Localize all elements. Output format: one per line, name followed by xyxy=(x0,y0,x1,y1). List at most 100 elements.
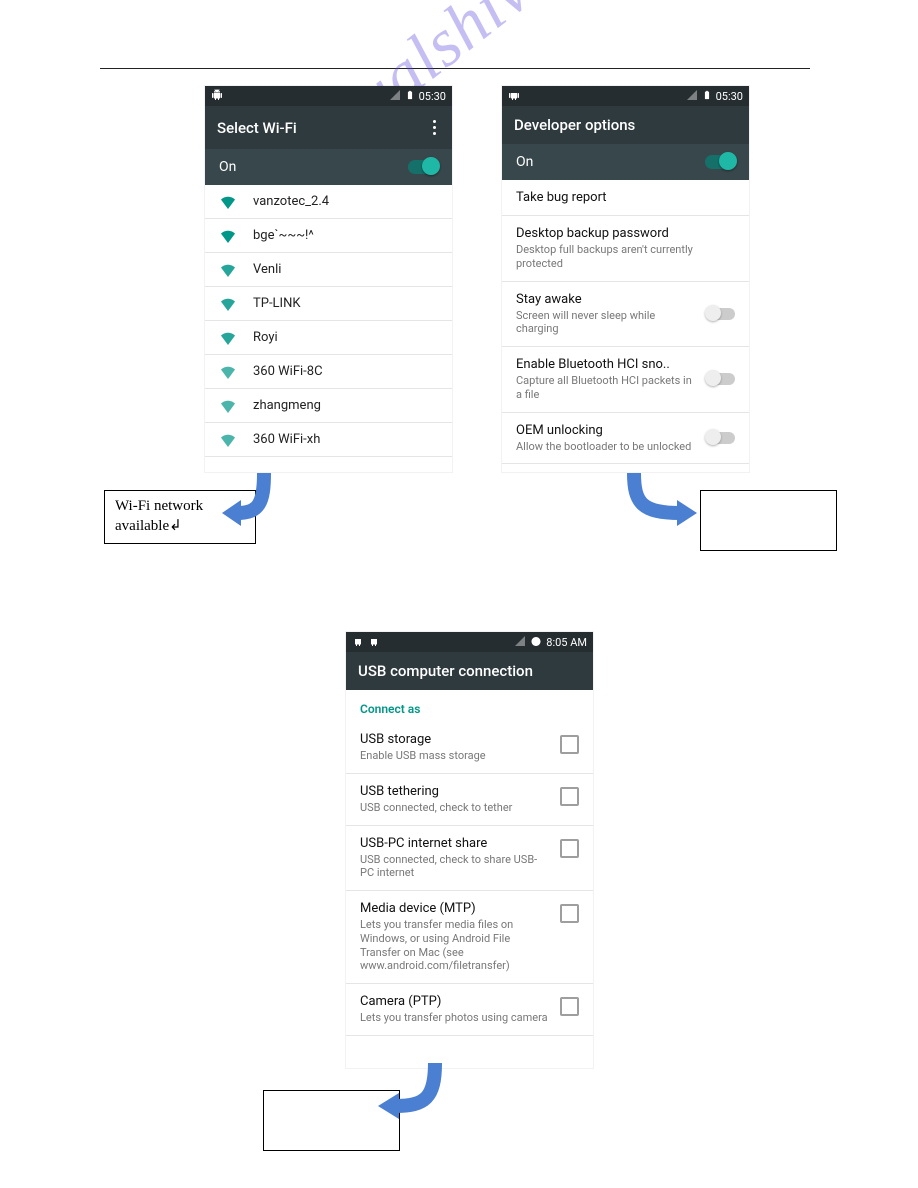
arrow-icon xyxy=(375,1058,455,1128)
wifi-icon xyxy=(219,297,237,311)
toggle-switch[interactable] xyxy=(707,432,735,444)
wifi-icon xyxy=(219,365,237,379)
app-bar-title: Developer options xyxy=(514,116,635,134)
app-bar-title: USB computer connection xyxy=(358,662,533,680)
toggle-switch[interactable] xyxy=(707,308,735,320)
checkbox[interactable] xyxy=(560,997,579,1016)
page-top-rule xyxy=(100,68,810,69)
toggle-label: On xyxy=(516,154,533,170)
wifi-network-item[interactable]: TP-LINK xyxy=(205,287,452,321)
wifi-master-toggle-row[interactable]: On xyxy=(205,149,452,185)
usb-option-title: Camera (PTP) xyxy=(360,994,550,1009)
usb-option-title: USB storage xyxy=(360,732,550,747)
wifi-icon xyxy=(219,263,237,277)
dev-option-item[interactable]: OEM unlocking Allow the bootloader to be… xyxy=(502,413,749,465)
dev-option-subtitle: Capture all Bluetooth HCI packets in a f… xyxy=(516,374,697,402)
dev-option-subtitle: Desktop full backups aren't currently pr… xyxy=(516,243,735,271)
wifi-network-item[interactable]: Royi xyxy=(205,321,452,355)
toggle-switch[interactable] xyxy=(707,373,735,385)
wifi-network-item[interactable]: zhangmeng xyxy=(205,389,452,423)
arrow-icon xyxy=(219,468,279,538)
android-icon xyxy=(508,89,520,104)
app-bar-title: Select Wi-Fi xyxy=(217,119,297,137)
usb-options-list: USB storage Enable USB mass storage USB … xyxy=(346,722,593,1036)
checkbox[interactable] xyxy=(560,904,579,923)
status-bar: 05:30 xyxy=(502,86,749,106)
wifi-network-item[interactable]: 360 WiFi-xh xyxy=(205,423,452,457)
wifi-network-name: zhangmeng xyxy=(253,398,321,413)
wifi-icon xyxy=(219,399,237,413)
document-page: manualshive.com 05:30 Select Wi-Fi xyxy=(0,0,918,60)
android-icon xyxy=(211,89,223,104)
android-icon xyxy=(368,635,380,650)
checkbox[interactable] xyxy=(560,839,579,858)
wifi-icon xyxy=(219,331,237,345)
dev-option-subtitle: Screen will never sleep while charging xyxy=(516,309,697,337)
dev-option-item[interactable]: Take bug report xyxy=(502,180,749,216)
wifi-icon xyxy=(219,195,237,209)
app-bar: Select Wi-Fi xyxy=(205,106,452,149)
dev-options-list: Take bug report Desktop backup password … xyxy=(502,180,749,464)
wifi-network-item[interactable]: 360 WiFi-8C xyxy=(205,355,452,389)
checkbox[interactable] xyxy=(560,787,579,806)
signal-icon xyxy=(389,89,401,104)
usb-option-title: USB tethering xyxy=(360,784,550,799)
usb-option-subtitle: Lets you transfer photos using camera xyxy=(360,1011,550,1025)
status-time: 8:05 AM xyxy=(546,636,587,649)
status-time: 05:30 xyxy=(716,90,743,103)
wifi-network-list: vanzotec_2.4 bge`~~~!^ Venli TP-LINK Roy… xyxy=(205,185,452,457)
screenshot-usb-connection: 8:05 AM USB computer connection Connect … xyxy=(346,632,593,1068)
app-bar: USB computer connection xyxy=(346,652,593,690)
dev-option-subtitle: Allow the bootloader to be unlocked xyxy=(516,440,697,454)
dev-option-title: Desktop backup password xyxy=(516,226,735,241)
wifi-network-item[interactable]: vanzotec_2.4 xyxy=(205,185,452,219)
wifi-icon xyxy=(219,229,237,243)
dev-option-title: Take bug report xyxy=(516,190,735,205)
callout-dev xyxy=(700,490,837,551)
dev-option-title: Stay awake xyxy=(516,292,697,307)
wifi-network-name: TP-LINK xyxy=(253,296,301,311)
signal-icon xyxy=(514,635,526,650)
wifi-network-name: 360 WiFi-xh xyxy=(253,432,320,447)
signal-icon xyxy=(686,89,698,104)
wifi-network-item[interactable]: bge`~~~!^ xyxy=(205,219,452,253)
wifi-network-item[interactable]: Venli xyxy=(205,253,452,287)
screenshot-developer-options: 05:30 Developer options On Take bug repo… xyxy=(502,86,749,472)
status-time: 05:30 xyxy=(419,90,446,103)
app-bar: Developer options xyxy=(502,106,749,144)
toggle-switch[interactable] xyxy=(408,160,438,174)
usb-option-item[interactable]: Camera (PTP) Lets you transfer photos us… xyxy=(346,984,593,1036)
arrow-icon xyxy=(622,468,702,538)
wifi-network-name: Royi xyxy=(253,330,278,345)
usb-option-title: Media device (MTP) xyxy=(360,901,550,916)
dev-option-item[interactable]: Enable Bluetooth HCI sno.. Capture all B… xyxy=(502,347,749,413)
usb-option-item[interactable]: Media device (MTP) Lets you transfer med… xyxy=(346,891,593,984)
usb-option-item[interactable]: USB storage Enable USB mass storage xyxy=(346,722,593,774)
usb-option-item[interactable]: USB tethering USB connected, check to te… xyxy=(346,774,593,826)
usb-option-item[interactable]: USB-PC internet share USB connected, che… xyxy=(346,826,593,892)
dev-master-toggle-row[interactable]: On xyxy=(502,144,749,180)
toggle-switch[interactable] xyxy=(705,155,735,169)
dev-option-item[interactable]: Stay awake Screen will never sleep while… xyxy=(502,282,749,348)
status-bar: 8:05 AM xyxy=(346,632,593,652)
usb-option-subtitle: USB connected, check to share USB-PC int… xyxy=(360,853,550,881)
dev-option-title: Enable Bluetooth HCI sno.. xyxy=(516,357,697,372)
wifi-network-name: Venli xyxy=(253,262,281,277)
section-header: Connect as xyxy=(346,690,593,722)
screenshot-wifi: 05:30 Select Wi-Fi On vanzotec_2.4 bge`~… xyxy=(205,86,452,472)
checkbox[interactable] xyxy=(560,735,579,754)
wifi-network-name: 360 WiFi-8C xyxy=(253,364,323,379)
toggle-label: On xyxy=(219,159,236,175)
more-icon[interactable] xyxy=(429,116,440,139)
usb-option-subtitle: Lets you transfer media files on Windows… xyxy=(360,918,550,973)
dev-option-title: OEM unlocking xyxy=(516,423,697,438)
usb-option-subtitle: USB connected, check to tether xyxy=(360,801,550,815)
battery-icon xyxy=(702,89,712,104)
usb-option-title: USB-PC internet share xyxy=(360,836,550,851)
dev-option-item[interactable]: Desktop backup password Desktop full bac… xyxy=(502,216,749,282)
android-icon xyxy=(352,635,364,650)
wifi-icon xyxy=(219,433,237,447)
battery-icon xyxy=(405,89,415,104)
status-bar: 05:30 xyxy=(205,86,452,106)
usb-option-subtitle: Enable USB mass storage xyxy=(360,749,550,763)
